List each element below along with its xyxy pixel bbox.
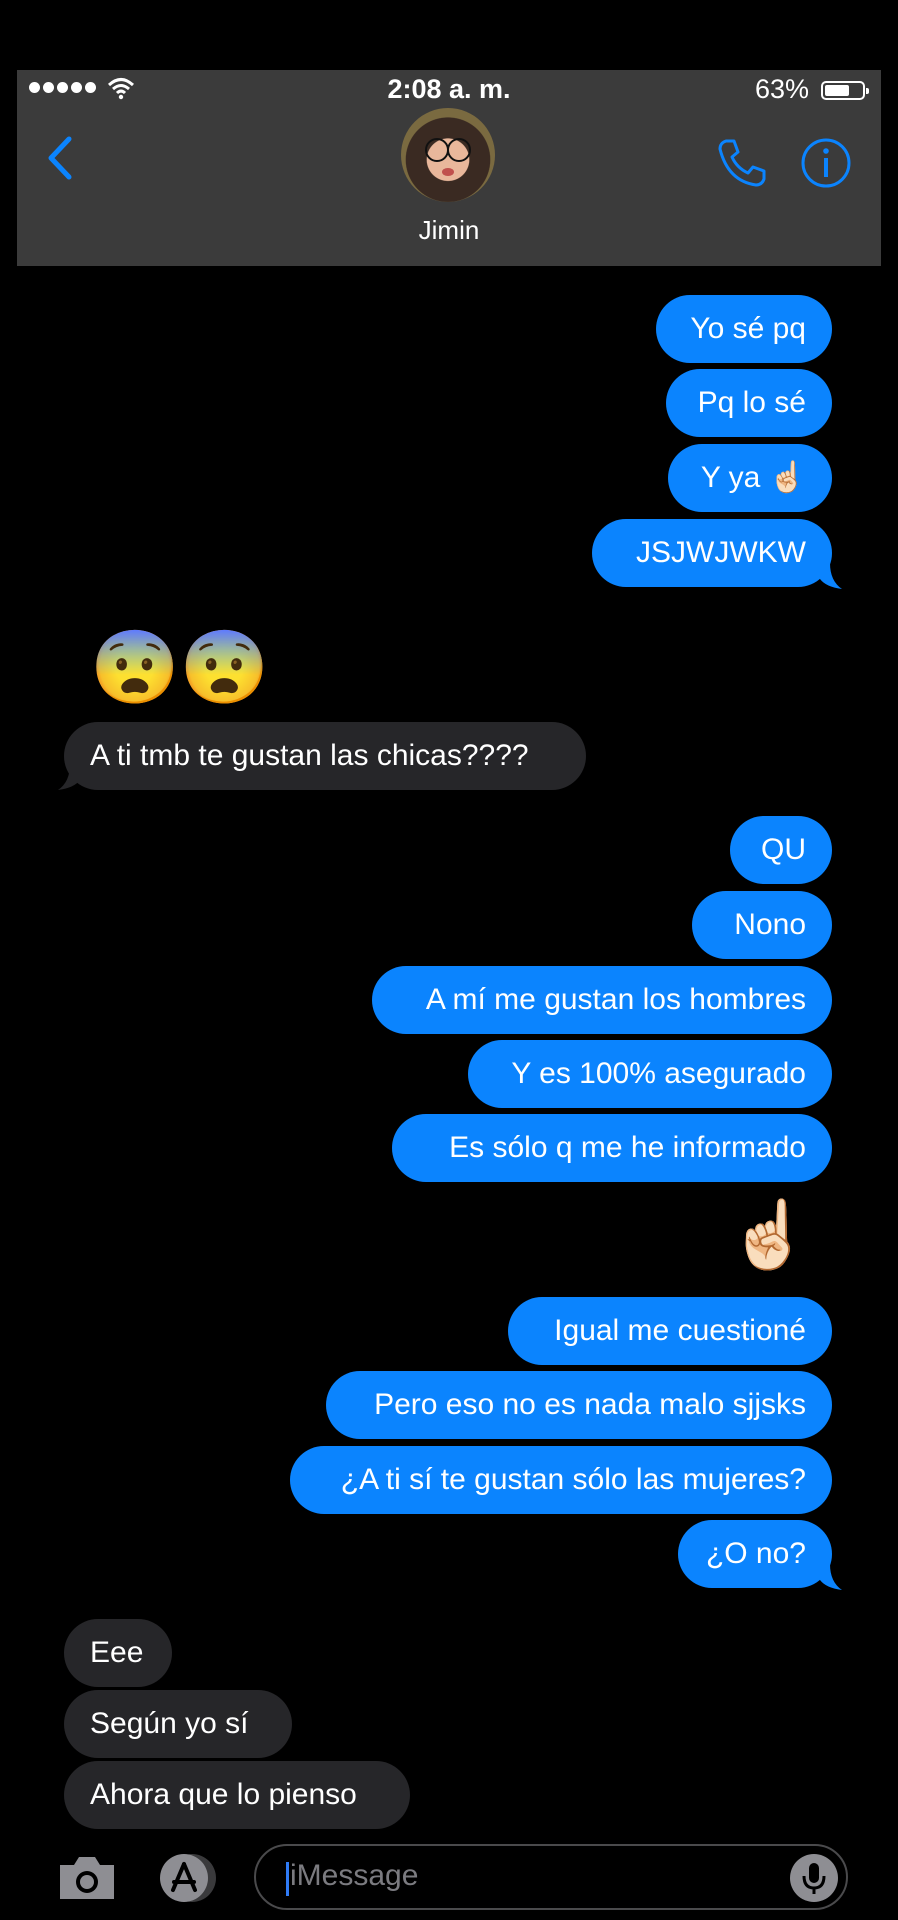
outgoing-message[interactable]: Es sólo q me he informado xyxy=(392,1114,832,1182)
incoming-message[interactable]: Según yo sí xyxy=(64,1690,292,1758)
outgoing-bubble-tail xyxy=(820,1564,842,1590)
outgoing-message[interactable]: ¿A ti sí te gustan sólo las mujeres? xyxy=(290,1446,832,1514)
outgoing-message[interactable]: A mí me gustan los hombres xyxy=(372,966,832,1034)
outgoing-bubble-tail xyxy=(820,563,842,589)
outgoing-message[interactable]: QU xyxy=(730,816,832,884)
outgoing-message[interactable]: JSJWJWKW xyxy=(592,519,832,587)
incoming-message[interactable]: Ahora que lo pienso xyxy=(64,1761,410,1829)
incoming-emoji-message[interactable]: 😨😨 xyxy=(90,620,269,716)
app-store-icon[interactable] xyxy=(154,1852,218,1904)
incoming-message[interactable]: Eee xyxy=(64,1619,172,1687)
status-bar: 2:08 a. m. 63% xyxy=(17,70,881,110)
contact-avatar[interactable] xyxy=(401,108,495,202)
phone-icon[interactable] xyxy=(714,135,770,191)
outgoing-message[interactable]: ¿O no? xyxy=(678,1520,832,1588)
message-placeholder: iMessage xyxy=(290,1859,419,1892)
outgoing-message[interactable]: Yo sé pq xyxy=(656,295,832,363)
outgoing-message[interactable]: Y es 100% asegurado xyxy=(468,1040,832,1108)
outgoing-emoji-message[interactable]: ☝🏻 xyxy=(728,1190,810,1278)
message-input[interactable]: iMessage xyxy=(254,1844,848,1910)
message-input-bar: iMessage xyxy=(0,1836,898,1920)
text-cursor xyxy=(286,1862,289,1896)
conversation-header: 2:08 a. m. 63% Jimin xyxy=(17,70,881,266)
outgoing-message[interactable]: Y ya ☝🏻 xyxy=(668,444,832,512)
battery-icon xyxy=(821,81,869,100)
status-time: 2:08 a. m. xyxy=(387,74,511,104)
battery-percentage: 63% xyxy=(754,74,809,104)
incoming-message[interactable]: A ti tmb te gustan las chicas???? xyxy=(64,722,586,790)
back-chevron-icon[interactable] xyxy=(45,135,75,181)
camera-icon[interactable] xyxy=(56,1853,118,1903)
contact-name[interactable]: Jimin xyxy=(17,215,881,246)
microphone-icon[interactable] xyxy=(790,1854,838,1902)
incoming-bubble-tail xyxy=(58,764,80,790)
outgoing-message[interactable]: Nono xyxy=(692,891,832,959)
outgoing-message[interactable]: Pero eso no es nada malo sjjsks xyxy=(326,1371,832,1439)
info-icon[interactable] xyxy=(800,137,852,189)
outgoing-message[interactable]: Igual me cuestioné xyxy=(508,1297,832,1365)
outgoing-message[interactable]: Pq lo sé xyxy=(666,369,832,437)
